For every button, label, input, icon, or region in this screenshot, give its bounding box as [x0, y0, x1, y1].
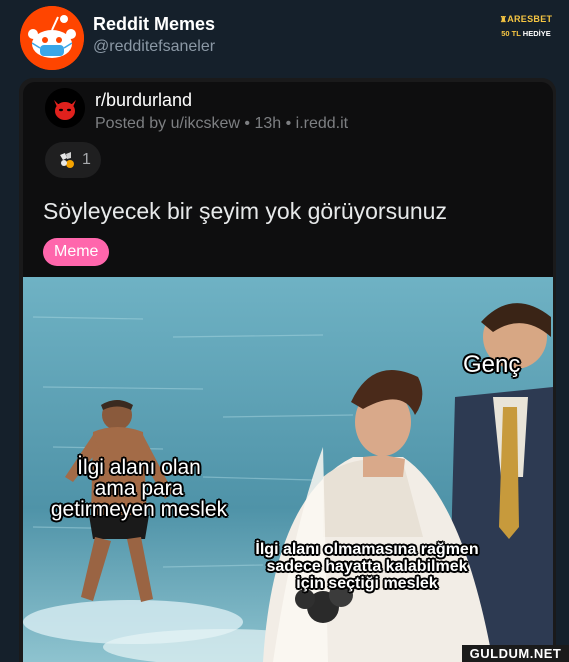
- caption-right-line1: İlgi alanı olmamasına rağmen: [255, 541, 479, 558]
- caption-right-line2: sadece hayatta kalabilmek: [266, 557, 468, 575]
- reddit-post-card[interactable]: r/burdurland Posted by u/ikcskew • 13h •…: [19, 78, 556, 662]
- sponsor-logo[interactable]: ♜ARESBET 50 TL HEDİYE: [498, 14, 554, 48]
- reddit-post-inner: r/burdurland Posted by u/ikcskew • 13h •…: [23, 82, 553, 662]
- award-count: 1: [82, 151, 91, 168]
- site-watermark: GULDUM.NET: [462, 645, 569, 662]
- meme-image[interactable]: Genç İlgi alanı olan ama para getirmeyen…: [23, 277, 553, 662]
- caption-left-line3: getirmeyen meslek: [50, 498, 228, 521]
- account-name[interactable]: Reddit Memes: [93, 14, 215, 35]
- caption-right: İlgi alanı olmamasına rağmen sadece haya…: [233, 541, 501, 592]
- caption-left-line1: İlgi alanı olan: [77, 456, 201, 479]
- sponsor-tagline-prefix: 50 TL: [501, 29, 521, 38]
- award-icon: [60, 152, 74, 168]
- subreddit-icon[interactable]: [45, 88, 85, 128]
- caption-left-line2: ama para: [94, 477, 184, 500]
- sponsor-brand-text: ARESBET: [507, 14, 553, 24]
- caption-right-line3: için seçtiği meslek: [296, 574, 438, 592]
- sponsor-tagline: 50 TL HEDİYE: [498, 29, 554, 38]
- account-avatar[interactable]: [20, 6, 84, 70]
- account-handle[interactable]: @redditefsaneler: [93, 38, 215, 56]
- devil-face-icon: [45, 88, 85, 128]
- post-title[interactable]: Söyleyecek bir şeyim yok görüyorsunuz: [43, 198, 447, 225]
- award-button[interactable]: 1: [45, 142, 101, 178]
- subreddit-name[interactable]: r/burdurland: [95, 90, 192, 111]
- caption-left: İlgi alanı olan ama para getirmeyen mesl…: [29, 457, 249, 520]
- sponsor-brand: ♜ARESBET: [498, 14, 554, 24]
- post-meta: Posted by u/ikcskew • 13h • i.redd.it: [95, 115, 349, 132]
- reddit-snoo-masked-icon: [20, 6, 84, 70]
- sponsor-tagline-suffix: HEDİYE: [522, 29, 551, 38]
- caption-young: Genç: [463, 351, 521, 378]
- post-flair[interactable]: Meme: [43, 238, 110, 266]
